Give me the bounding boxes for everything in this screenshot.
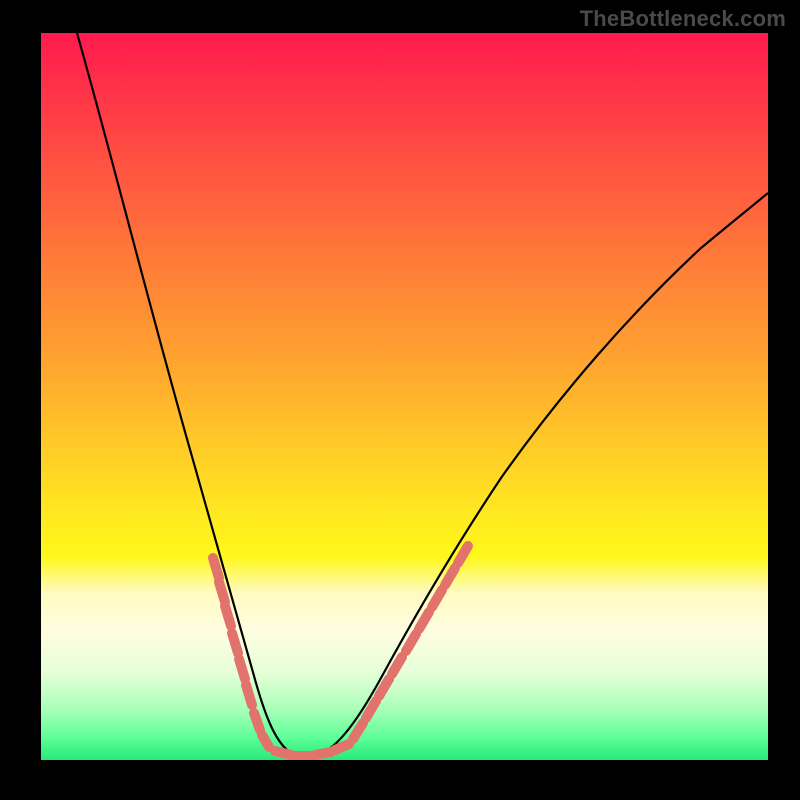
watermark-text: TheBottleneck.com [580, 6, 786, 32]
highlight-dashes-right [353, 546, 468, 739]
highlight-dashes-bottom [275, 744, 349, 756]
bottleneck-curve [77, 33, 768, 756]
curve-svg [41, 33, 768, 760]
plot-area [41, 33, 768, 760]
highlight-dashes-left [213, 558, 269, 747]
chart-container: TheBottleneck.com [0, 0, 800, 800]
